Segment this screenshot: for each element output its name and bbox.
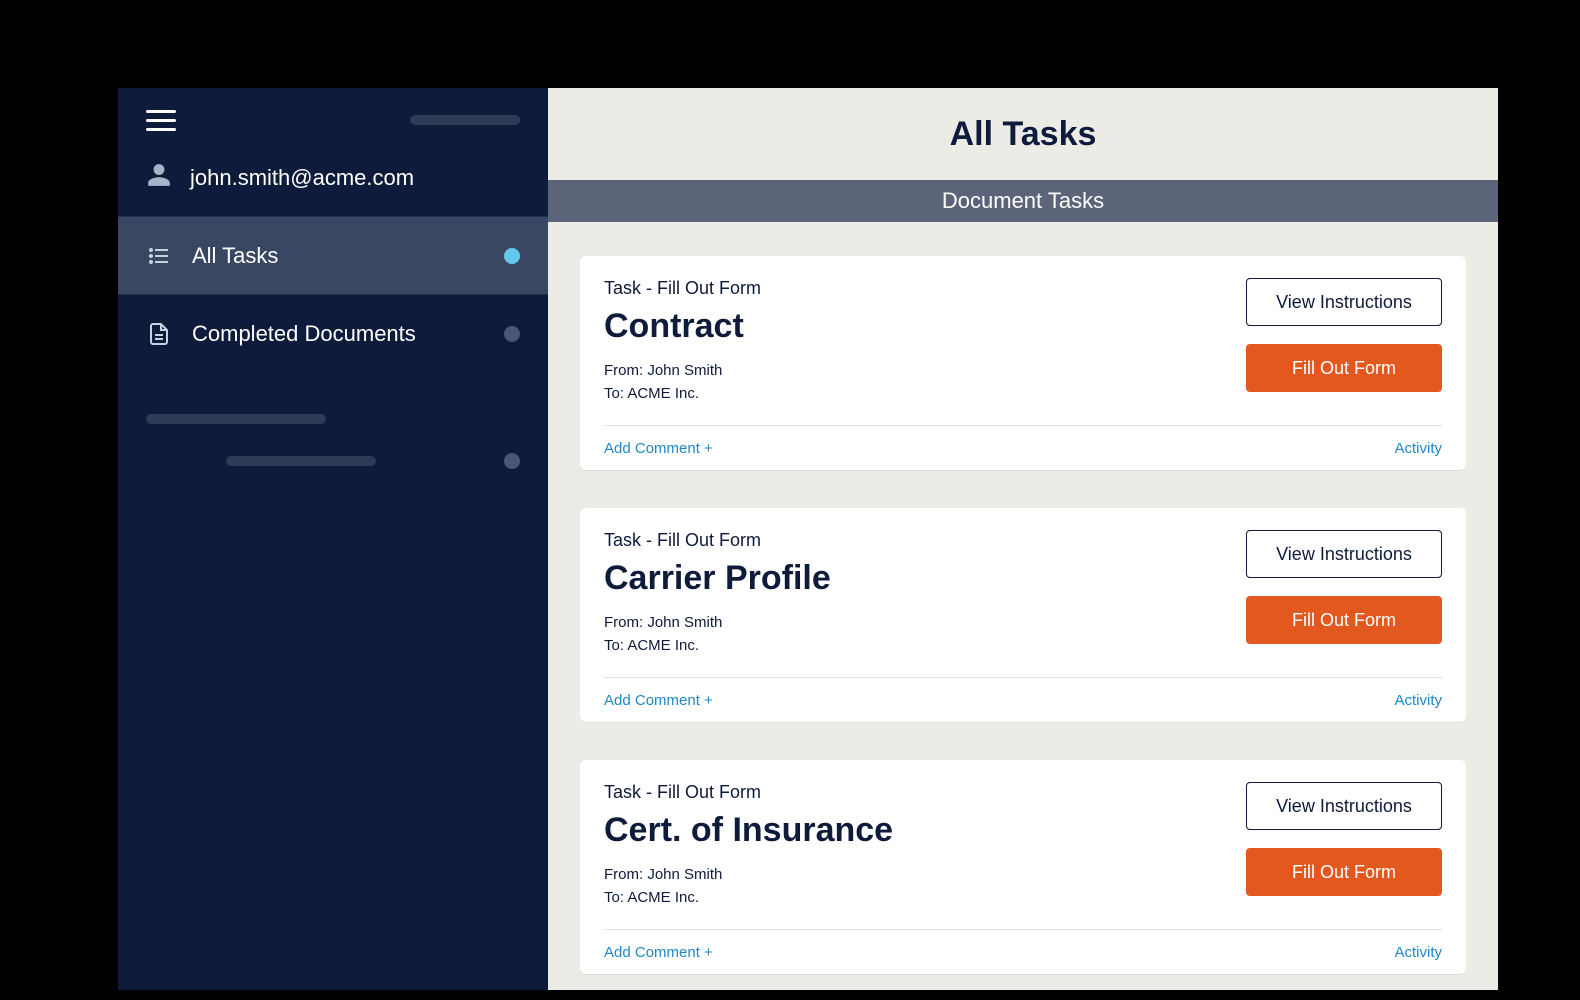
task-list: Task - Fill Out Form Contract From: John…: [548, 222, 1498, 990]
sidebar-top: [118, 88, 548, 152]
task-to: To: ACME Inc.: [604, 383, 761, 406]
task-to: To: ACME Inc.: [604, 887, 893, 910]
activity-link[interactable]: Activity: [1394, 440, 1442, 457]
task-card: Task - Fill Out Form Carrier Profile Fro…: [580, 508, 1466, 722]
task-type-label: Task - Fill Out Form: [604, 278, 761, 299]
placeholder-row: [146, 398, 520, 440]
activity-link[interactable]: Activity: [1394, 692, 1442, 709]
hamburger-icon[interactable]: [146, 110, 176, 131]
task-type-label: Task - Fill Out Form: [604, 782, 893, 803]
placeholder-bar: [146, 414, 326, 424]
view-instructions-button[interactable]: View Instructions: [1246, 782, 1442, 830]
fill-out-form-button[interactable]: Fill Out Form: [1246, 596, 1442, 644]
main-content: All Tasks Document Tasks Task - Fill Out…: [548, 88, 1498, 990]
view-instructions-button[interactable]: View Instructions: [1246, 530, 1442, 578]
task-title: Contract: [604, 307, 761, 346]
placeholder-row: [146, 440, 520, 482]
fill-out-form-button[interactable]: Fill Out Form: [1246, 344, 1442, 392]
notification-dot: [504, 248, 520, 264]
activity-link[interactable]: Activity: [1394, 944, 1442, 961]
view-instructions-button[interactable]: View Instructions: [1246, 278, 1442, 326]
placeholder-bar: [410, 115, 520, 125]
user-email: john.smith@acme.com: [190, 165, 414, 191]
task-from: From: John Smith: [604, 864, 893, 887]
task-card: Task - Fill Out Form Cert. of Insurance …: [580, 760, 1466, 974]
task-to: To: ACME Inc.: [604, 635, 831, 658]
status-dot: [504, 326, 520, 342]
sidebar-item-completed-documents[interactable]: Completed Documents: [118, 294, 548, 372]
placeholder-bar: [226, 456, 376, 466]
task-card: Task - Fill Out Form Contract From: John…: [580, 256, 1466, 470]
fill-out-form-button[interactable]: Fill Out Form: [1246, 848, 1442, 896]
sidebar-item-label: Completed Documents: [192, 321, 416, 347]
sidebar: john.smith@acme.com All Tasks Completed …: [118, 88, 548, 990]
add-comment-link[interactable]: Add Comment +: [604, 944, 713, 961]
page-title: All Tasks: [548, 88, 1498, 180]
document-icon: [146, 322, 172, 346]
user-icon: [146, 162, 172, 194]
device-frame: john.smith@acme.com All Tasks Completed …: [50, 30, 1530, 990]
sidebar-item-label: All Tasks: [192, 243, 278, 269]
sidebar-extra: [118, 372, 548, 508]
task-from: From: John Smith: [604, 360, 761, 383]
add-comment-link[interactable]: Add Comment +: [604, 692, 713, 709]
task-title: Carrier Profile: [604, 559, 831, 598]
task-type-label: Task - Fill Out Form: [604, 530, 831, 551]
task-from: From: John Smith: [604, 612, 831, 635]
section-header: Document Tasks: [548, 180, 1498, 222]
status-dot: [504, 453, 520, 469]
task-title: Cert. of Insurance: [604, 811, 893, 850]
list-icon: [146, 244, 172, 268]
add-comment-link[interactable]: Add Comment +: [604, 440, 713, 457]
sidebar-item-all-tasks[interactable]: All Tasks: [118, 216, 548, 294]
app-screen: john.smith@acme.com All Tasks Completed …: [118, 88, 1498, 990]
sidebar-user: john.smith@acme.com: [118, 152, 548, 216]
